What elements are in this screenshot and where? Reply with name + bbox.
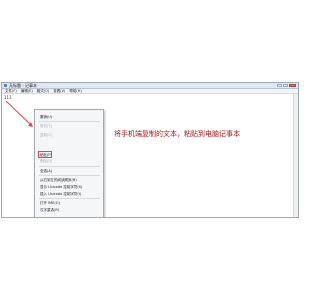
annotation-text: 将手机端复制的文本，粘贴到电脑记事本	[114, 130, 240, 138]
context-item-delete[interactable]: 删除(D)	[35, 158, 103, 164]
context-item-cut[interactable]: 剪切(T)	[35, 123, 103, 129]
context-item-copy[interactable]: 复制(C)	[35, 132, 103, 138]
context-item-insert-unicode[interactable]: 插入 Unicode 控制字符(I)	[35, 191, 103, 197]
close-button[interactable]	[289, 84, 296, 87]
maximize-button[interactable]	[283, 84, 288, 87]
minimize-button[interactable]	[277, 84, 282, 87]
menu-divider	[39, 198, 100, 199]
menu-edit[interactable]: 编辑(E)	[21, 89, 33, 93]
menu-divider	[39, 166, 100, 167]
menu-help[interactable]: 帮助(H)	[69, 89, 81, 93]
context-item-show-unicode[interactable]: 显示 Unicode 控制字符(S)	[35, 184, 103, 190]
context-menu: 撤销(U) 剪切(T) 复制(C) 粘贴(P) 删除(D) 全选(A) 从右到左…	[34, 109, 104, 217]
menu-divider	[39, 121, 100, 122]
menu-file[interactable]: 文件(F)	[5, 89, 17, 93]
context-item-select-all[interactable]: 全选(A)	[35, 168, 103, 174]
menu-view[interactable]: 查看(V)	[53, 89, 65, 93]
context-item-reconversion[interactable]: 汉字重选(R)	[35, 207, 103, 213]
context-item-undo[interactable]: 撤销(U)	[35, 114, 103, 120]
notepad-icon	[4, 84, 7, 87]
editor-text: 111	[4, 95, 12, 100]
paste-highlight-box	[38, 151, 52, 158]
vertical-scrollbar[interactable]	[293, 94, 298, 217]
notepad-window: 无标题 - 记事本 文件(F) 编辑(E) 格式(O) 查看(V) 帮助(H) …	[1, 82, 299, 218]
window-controls	[277, 84, 296, 87]
menu-format[interactable]: 格式(O)	[37, 89, 50, 93]
context-item-open-ime[interactable]: 打开 IME(O)	[35, 200, 103, 206]
menu-divider	[39, 175, 100, 176]
context-item-rtl-reading[interactable]: 从右到左的阅读顺序(R)	[35, 177, 103, 183]
